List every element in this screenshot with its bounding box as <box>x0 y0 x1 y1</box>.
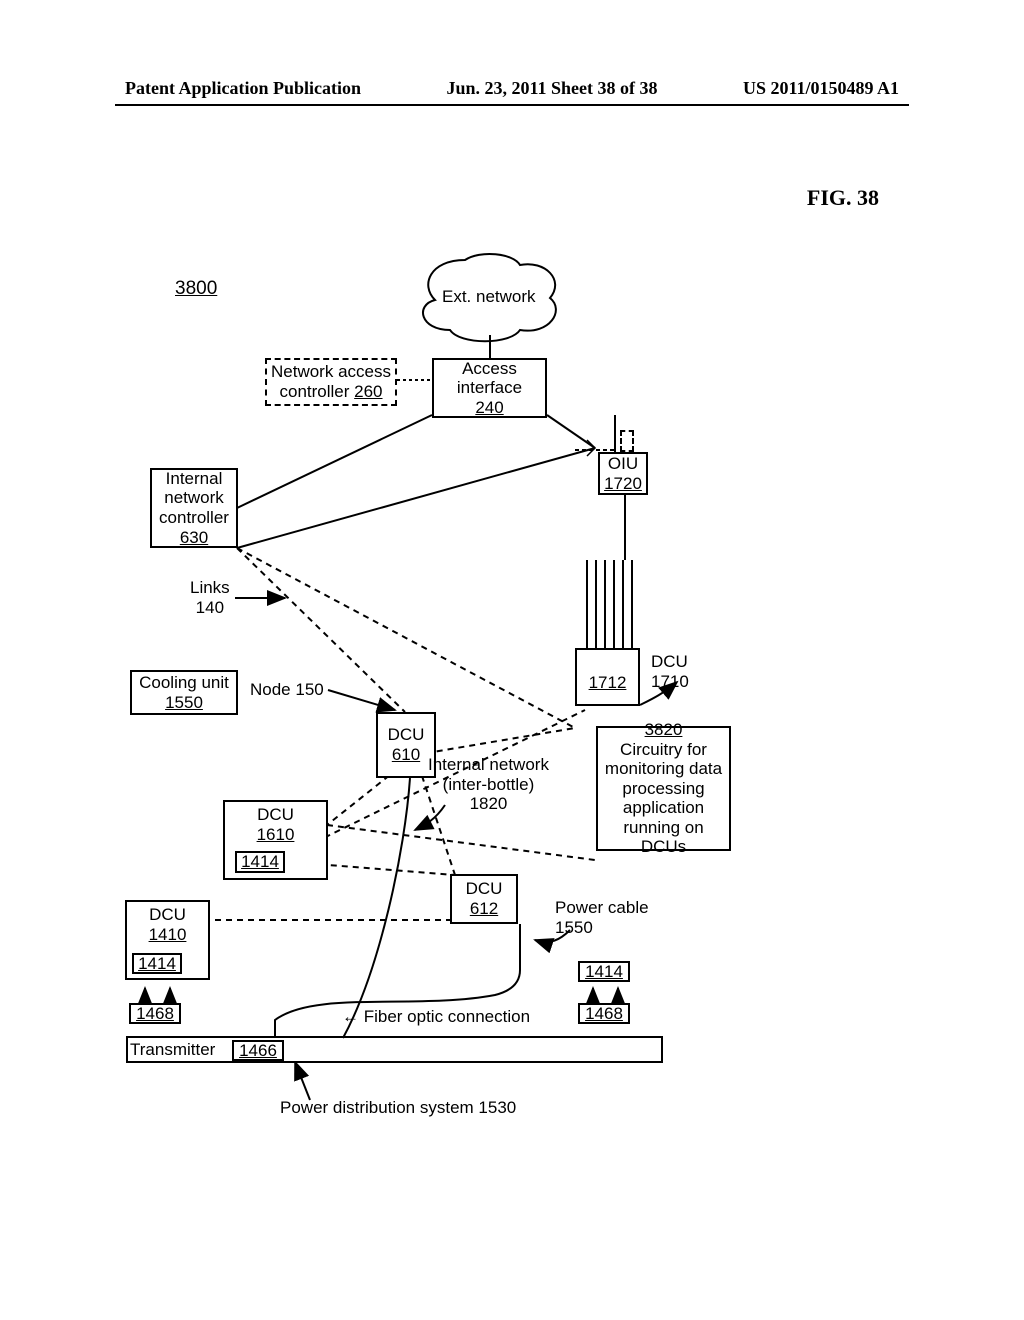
dcu1410-n: 1410 <box>149 925 187 945</box>
ai-l2: interface <box>457 378 522 398</box>
transmitter-label: Transmitter <box>130 1040 215 1060</box>
r1466-n: 1466 <box>239 1041 277 1061</box>
oiu-box: OIU 1720 <box>598 452 648 495</box>
internal-network-label: Internal network (inter-bottle) 1820 <box>428 755 549 814</box>
fiber-optic-label: ← Fiber optic connection <box>342 1007 530 1027</box>
inc-l3: controller <box>159 508 229 528</box>
oiu-small <box>620 430 634 452</box>
ref-1468-b: 1468 <box>578 1003 630 1024</box>
ai-n: 240 <box>475 398 503 418</box>
nac-l1: Network access <box>271 362 391 382</box>
ref-1414-c: 1414 <box>578 961 630 982</box>
dcu1410-l1: DCU <box>149 905 186 925</box>
power-distribution-label: Power distribution system 1530 <box>280 1098 516 1118</box>
inc-n: 630 <box>180 528 208 548</box>
r1468b-n: 1468 <box>585 1004 623 1024</box>
ai-l1: Access <box>462 359 517 379</box>
r1468a-n: 1468 <box>136 1004 174 1024</box>
figure-label: FIG. 38 <box>807 185 879 211</box>
r1414a-n: 1414 <box>241 852 279 872</box>
dcu1610-n: 1610 <box>257 825 295 845</box>
dcu-1710-label: DCU 1710 <box>651 652 689 691</box>
internal-network-controller: Internal network controller 630 <box>150 468 238 548</box>
nac-l2: controller 260 <box>279 382 382 402</box>
inc-l1: Internal <box>166 469 223 489</box>
cool-n: 1550 <box>165 693 203 713</box>
power-cable-label: Power cable 1550 <box>555 898 649 937</box>
dcu-610: DCU 610 <box>376 712 436 778</box>
figure-diagram: 3800 Ext. network Network access control… <box>115 250 915 1150</box>
cloud-label: Ext. network <box>442 287 536 307</box>
cooling-unit: Cooling unit 1550 <box>130 670 238 715</box>
oiu-n: 1720 <box>604 474 642 494</box>
cool-l1: Cooling unit <box>139 673 229 693</box>
ref-1414-a-inner: 1414 <box>235 851 285 873</box>
r1414b-n: 1414 <box>138 954 176 974</box>
dcu1610-l1: DCU <box>257 805 294 825</box>
header-left: Patent Application Publication <box>125 78 361 99</box>
dcu1712-n: 1712 <box>589 673 627 693</box>
circuitry-box: 3820 Circuitry for monitoring data proce… <box>596 726 731 851</box>
dcu610-l1: DCU <box>388 725 425 745</box>
header-mid: Jun. 23, 2011 Sheet 38 of 38 <box>446 78 657 99</box>
circ-l4: application <box>623 798 704 818</box>
r1414c-n: 1414 <box>585 962 623 982</box>
access-interface: Access interface 240 <box>432 358 547 418</box>
ref-1414-b-inner: 1414 <box>132 953 182 974</box>
oiu-l1: OIU <box>608 454 638 474</box>
header-right: US 2011/0150489 A1 <box>743 78 899 99</box>
circ-l5: running on DCUs <box>601 818 726 857</box>
circ-l2: monitoring data <box>605 759 722 779</box>
dcu612-l1: DCU <box>466 879 503 899</box>
dcu610-n: 610 <box>392 745 420 765</box>
circ-l1: Circuitry for <box>620 740 707 760</box>
ref-1468-a: 1468 <box>129 1003 181 1024</box>
inc-l2: network <box>164 488 224 508</box>
network-access-controller: Network access controller 260 <box>265 358 397 406</box>
ref-1466: 1466 <box>232 1040 284 1061</box>
dcu-1712: 1712 <box>575 648 640 706</box>
circ-l3: processing <box>622 779 704 799</box>
dcu-612: DCU 612 <box>450 874 518 924</box>
circ-n: 3820 <box>645 720 683 740</box>
node-label: Node 150 <box>250 680 324 700</box>
header-rule <box>115 104 909 106</box>
system-number: 3800 <box>175 278 217 300</box>
links-label: Links 140 <box>190 578 230 617</box>
dcu612-n: 612 <box>470 899 498 919</box>
